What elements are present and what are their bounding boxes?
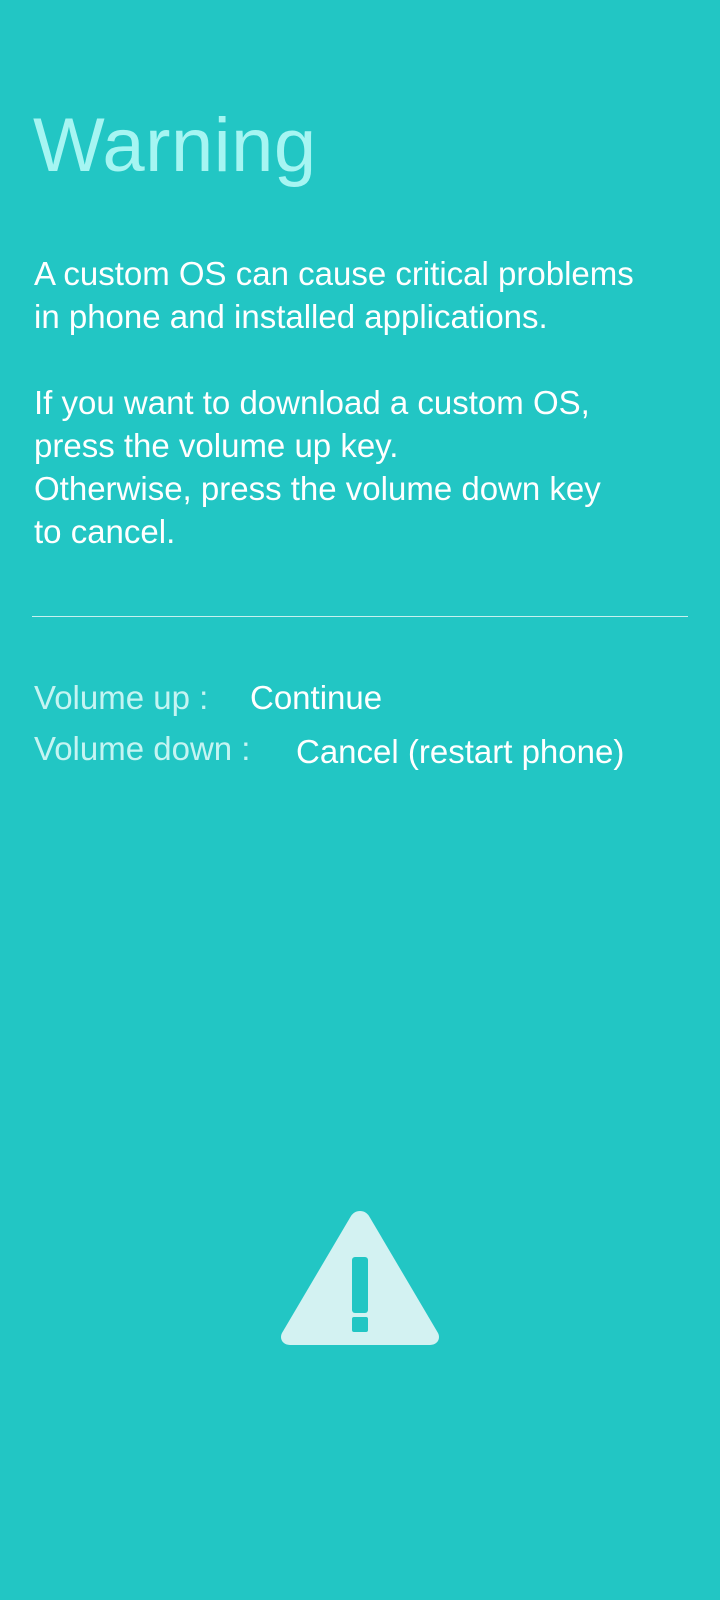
- message-line-3: If you want to download a custom OS,: [34, 384, 590, 421]
- message-paragraph-2: If you want to download a custom OS, pre…: [34, 381, 694, 553]
- volume-up-key-label: Volume up :: [34, 679, 209, 716]
- volume-up-option: Volume up : Continue: [34, 678, 382, 718]
- volume-up-action: Continue: [250, 679, 383, 716]
- message-line-2: in phone and installed applications.: [34, 298, 548, 335]
- warning-triangle-icon: [280, 1211, 440, 1345]
- volume-down-key-label: Volume down :: [34, 730, 251, 767]
- warning-message: A custom OS can cause critical problems …: [34, 252, 694, 553]
- volume-down-option: Volume down : Cancel (restart phone): [34, 729, 624, 770]
- message-line-6: to cancel.: [34, 513, 176, 550]
- volume-down-action: Cancel (restart phone): [296, 733, 625, 770]
- message-paragraph-1: A custom OS can cause critical problems …: [34, 252, 694, 338]
- message-line-1: A custom OS can cause critical problems: [34, 255, 634, 292]
- download-mode-warning-screen: Warning A custom OS can cause critical p…: [0, 0, 720, 1600]
- divider: [32, 616, 688, 617]
- message-line-5: Otherwise, press the volume down key: [34, 470, 601, 507]
- warning-title: Warning: [33, 103, 317, 188]
- message-line-4: press the volume up key.: [34, 427, 399, 464]
